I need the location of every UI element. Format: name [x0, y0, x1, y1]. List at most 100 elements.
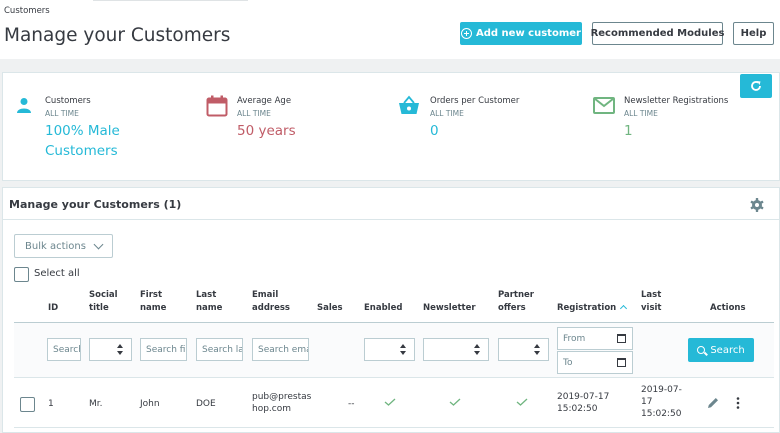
col-header-sales[interactable]: Sales: [317, 302, 343, 315]
filter-registration-from[interactable]: From: [557, 327, 633, 350]
col-header-first-name-line2: name: [140, 303, 167, 313]
col-header-first-name[interactable]: First name: [140, 289, 166, 315]
cell-id: 1: [48, 399, 54, 409]
search-icon: [697, 346, 706, 354]
kpi-newsletter-period: ALL TIME: [624, 109, 658, 118]
col-header-last-visit[interactable]: Last visit: [641, 289, 662, 315]
recommended-modules-button[interactable]: Recommended Modules: [591, 22, 724, 45]
breadcrumb-divider: [93, 0, 248, 1]
col-header-last-name[interactable]: Last name: [196, 289, 222, 315]
more-actions-icon[interactable]: [733, 396, 743, 410]
kpi-orders-period: ALL TIME: [430, 109, 464, 118]
search-button-label: Search: [710, 344, 745, 356]
newsletter-check-icon[interactable]: [449, 398, 461, 406]
filter-email-input[interactable]: Search email: [252, 338, 309, 361]
calendar-icon[interactable]: [617, 334, 626, 343]
edit-pencil-icon[interactable]: [706, 396, 720, 410]
select-all-label[interactable]: Select all: [34, 268, 80, 279]
col-header-email-line1: Email: [252, 290, 279, 300]
filter-from-placeholder: From: [563, 333, 586, 344]
select-all-checkbox[interactable]: [14, 267, 29, 282]
kpi-age-value: 50 years: [237, 123, 296, 139]
kpi-customers-value-line1: 100% Male: [45, 123, 120, 139]
col-header-registration-label: Registration: [557, 303, 617, 313]
cell-social-title: Mr.: [89, 399, 103, 409]
add-customer-label: Add new customer: [476, 28, 581, 39]
col-header-email[interactable]: Email address: [252, 289, 290, 315]
cell-last-visit-line2: 17: [641, 397, 653, 407]
cell-email-line1: pub@prestas: [252, 392, 312, 402]
filter-registration-to[interactable]: To: [557, 351, 633, 374]
page-title: Manage your Customers: [4, 25, 231, 46]
col-header-partner-offers[interactable]: Partner offers: [498, 289, 534, 315]
help-button[interactable]: Help: [733, 22, 774, 45]
cell-last-name: DOE: [196, 399, 216, 409]
col-header-social-title-line2: title: [89, 303, 109, 313]
search-button[interactable]: Search: [688, 338, 754, 362]
col-header-first-name-line1: First: [140, 290, 163, 300]
row-checkbox[interactable]: [20, 397, 35, 412]
add-circle-icon: [461, 28, 473, 39]
partner-check-icon[interactable]: [516, 398, 528, 406]
kpi-orders-value: 0: [430, 123, 439, 139]
kpi-customers-value-line2: Customers: [45, 143, 118, 159]
filter-social-title-select[interactable]: [89, 338, 132, 361]
filter-id-input[interactable]: Search ID: [47, 338, 81, 361]
cell-first-name: John: [140, 399, 160, 409]
basket-icon: [398, 95, 420, 118]
col-header-partner-offers-line1: Partner: [498, 290, 535, 300]
calendar-icon[interactable]: [617, 358, 626, 367]
cell-last-visit-line3: 15:02:50: [641, 409, 682, 419]
filter-partner-select[interactable]: [498, 338, 549, 361]
col-header-actions: Actions: [710, 303, 746, 313]
kpi-customers-period: ALL TIME: [45, 109, 79, 118]
person-icon: [16, 97, 32, 116]
add-customer-button[interactable]: Add new customer: [460, 22, 582, 45]
col-header-social-title-line1: Social: [89, 290, 118, 300]
enabled-check-icon[interactable]: [384, 398, 396, 406]
kpi-age-title: Average Age: [237, 96, 292, 106]
col-header-social-title[interactable]: Social title: [89, 289, 118, 315]
gear-icon[interactable]: [749, 197, 765, 213]
col-header-last-name-line2: name: [196, 303, 223, 313]
cell-registration-time: 15:02:50: [557, 404, 598, 414]
refresh-kpi-button[interactable]: [740, 74, 772, 98]
cell-email: pub@prestas hop.com: [252, 391, 311, 415]
bulk-actions-dropdown[interactable]: Bulk actions: [14, 234, 113, 258]
col-header-email-line2: address: [252, 303, 290, 313]
col-header-id[interactable]: ID: [48, 302, 58, 315]
cell-sales: --: [348, 399, 355, 409]
kpi-newsletter-title: Newsletter Registrations: [624, 96, 729, 106]
kpi-customers-value: 100% Male Customers: [45, 121, 120, 161]
filter-newsletter-select[interactable]: [423, 338, 489, 361]
row-divider: [14, 427, 774, 428]
kpi-customers-title: Customers: [45, 96, 91, 106]
col-header-last-visit-line1: Last: [641, 290, 662, 300]
col-header-last-name-line1: Last: [196, 290, 217, 300]
filter-last-name-input[interactable]: Search last name: [196, 338, 243, 361]
kpi-age-period: ALL TIME: [237, 109, 271, 118]
calendar-icon: [206, 95, 228, 120]
col-header-enabled[interactable]: Enabled: [364, 302, 402, 315]
chevron-down-icon: [93, 239, 104, 250]
panel-title: Manage your Customers (1): [9, 198, 182, 211]
kpi-newsletter-value: 1: [624, 123, 633, 139]
col-header-last-visit-line2: visit: [641, 303, 662, 313]
col-header-registration[interactable]: Registration: [557, 302, 628, 315]
bulk-actions-label: Bulk actions: [25, 240, 86, 252]
filter-enabled-select[interactable]: [364, 338, 415, 361]
filter-first-name-input[interactable]: Search first name: [140, 338, 187, 361]
cell-registration-date: 2019-07-17: [557, 392, 610, 402]
cell-last-visit-line1: 2019-07-: [641, 385, 682, 395]
breadcrumb[interactable]: Customers: [4, 6, 50, 16]
cell-email-line2: hop.com: [252, 404, 292, 414]
sort-ascending-icon[interactable]: [620, 304, 628, 313]
col-header-partner-offers-line2: offers: [498, 303, 526, 313]
filter-to-placeholder: To: [563, 357, 573, 368]
envelope-icon: [593, 97, 615, 117]
cell-last-visit: 2019-07- 17 15:02:50: [641, 384, 682, 420]
kpi-orders-title: Orders per Customer: [430, 96, 520, 106]
col-header-newsletter[interactable]: Newsletter: [423, 302, 476, 315]
cell-registration: 2019-07-17 15:02:50: [557, 391, 609, 415]
refresh-icon: [751, 81, 761, 91]
